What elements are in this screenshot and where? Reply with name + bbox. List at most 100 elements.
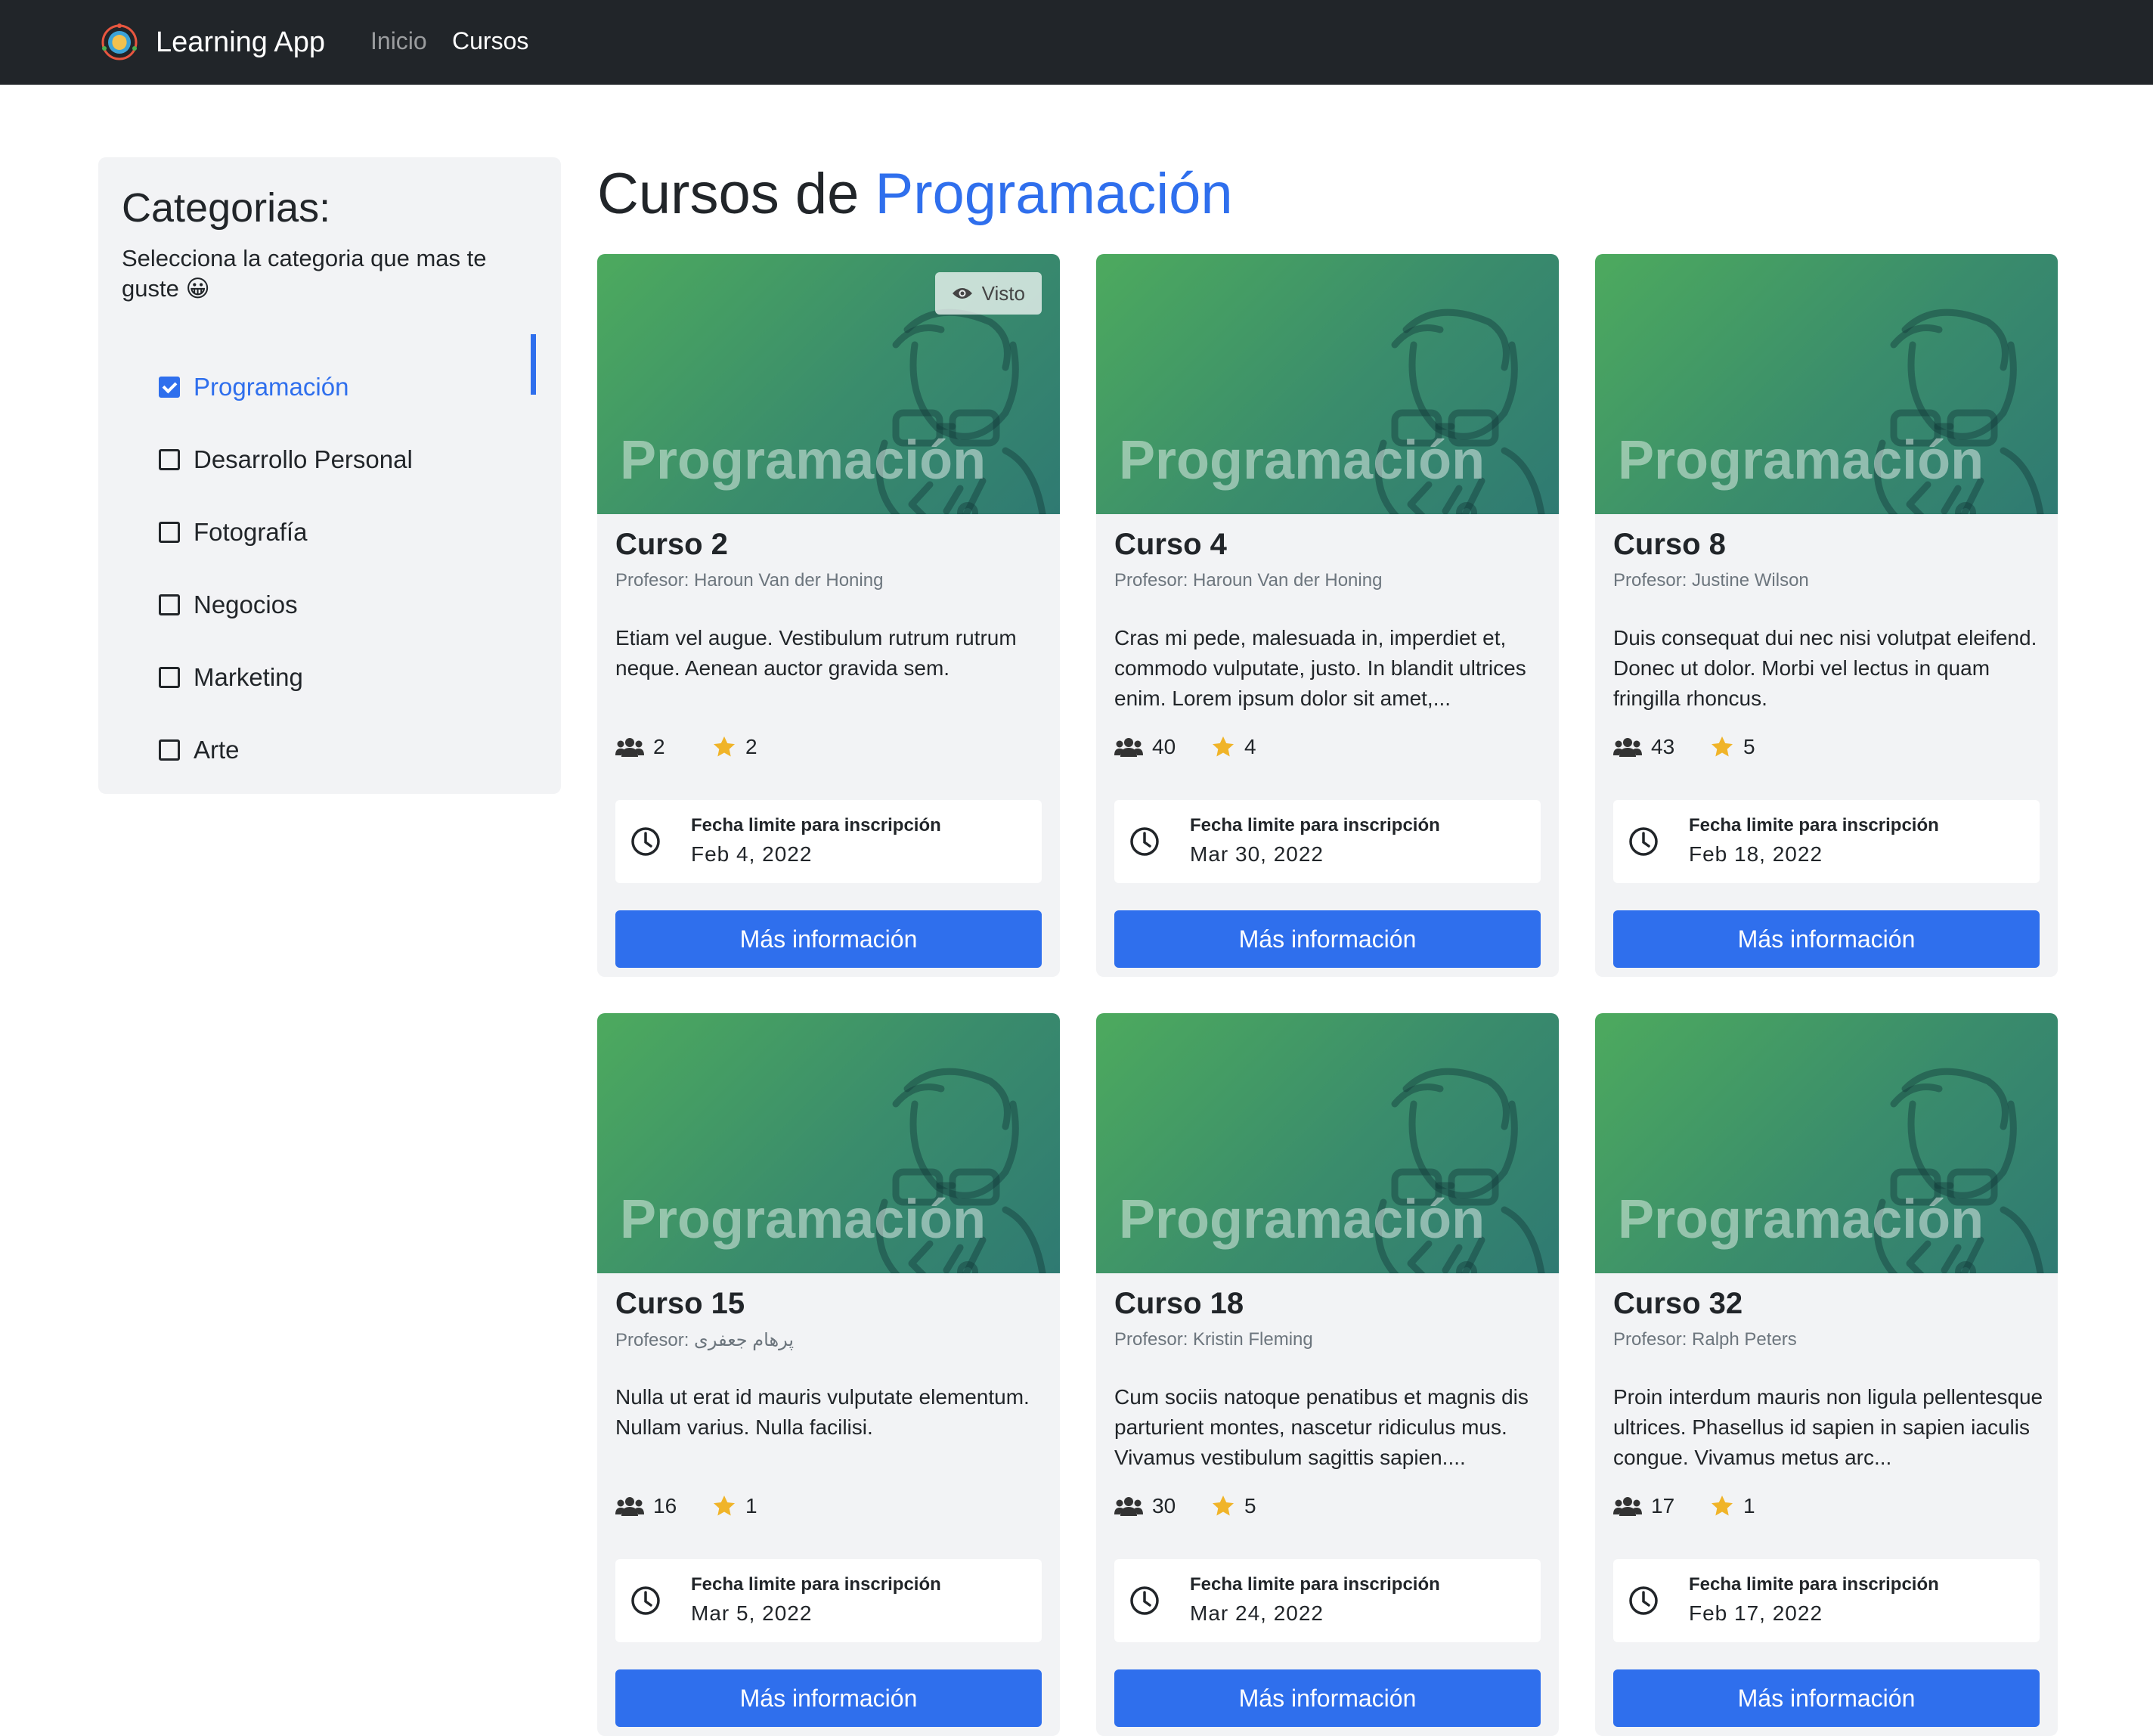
checkbox-icon[interactable] (159, 667, 180, 688)
deadline-date: Mar 24, 2022 (1190, 1601, 1324, 1625)
checkbox-icon[interactable] (159, 449, 180, 470)
course-stats: 16 1 (615, 1491, 757, 1521)
more-info-button[interactable]: Más información (1613, 910, 2040, 968)
thumbnail-label: Programación (620, 430, 987, 491)
star-icon (1211, 735, 1235, 759)
course-thumbnail[interactable]: Programación (1595, 254, 2058, 514)
rating-value: 4 (1244, 735, 1256, 758)
brand-name: Learning App (156, 26, 325, 58)
eye-icon (952, 286, 973, 301)
students-count: 43 (1651, 735, 1675, 758)
course-thumbnail[interactable]: Programación (1096, 1013, 1559, 1273)
course-card[interactable]: Programación Curso 18 Profesor: Kristin … (1096, 1013, 1559, 1736)
checkbox-icon[interactable] (159, 739, 180, 761)
deadline-label: Fecha limite para inscripción (691, 815, 941, 835)
course-description: Duis consequat dui nec nisi volutpat ele… (1613, 626, 2037, 710)
clock-icon (630, 1586, 661, 1616)
sidebar-title: Categorias: (122, 185, 331, 231)
course-card[interactable]: Programación Curso 32 Profesor: Ralph Pe… (1595, 1013, 2058, 1736)
course-professor: Profesor: Justine Wilson (1613, 570, 1809, 591)
course-professor: Profesor: Haroun Van der Honing (1114, 570, 1383, 591)
users-icon (1114, 736, 1143, 758)
nav-link-cursos[interactable]: Cursos (452, 27, 528, 55)
rating-value: 5 (1244, 1494, 1256, 1517)
sidebar-subtitle: Selecciona la categoria que mas te guste… (122, 245, 487, 302)
category-label: Desarrollo Personal (194, 445, 413, 473)
users-icon (1613, 736, 1642, 758)
course-stats: 17 1 (1613, 1491, 1755, 1521)
category-label: Marketing (194, 663, 303, 691)
students-count: 30 (1152, 1494, 1176, 1517)
course-description: Proin interdum mauris non ligula pellent… (1613, 1385, 2043, 1469)
category-label: Arte (194, 736, 240, 764)
deadline-date: Mar 5, 2022 (691, 1601, 813, 1625)
category-item-programacion[interactable]: Programación (159, 366, 559, 408)
page-title-category: Programación (875, 162, 1233, 226)
category-label: Negocios (194, 591, 298, 618)
deadline-label: Fecha limite para inscripción (1689, 1574, 1939, 1595)
more-info-button[interactable]: Más información (615, 910, 1042, 968)
deadline-date: Mar 30, 2022 (1190, 842, 1324, 866)
category-label: Fotografía (194, 518, 308, 546)
clock-icon (630, 826, 661, 857)
page-title-prefix: Cursos de (597, 162, 860, 226)
course-professor: Profesor: پرهام جعفری (615, 1330, 795, 1350)
course-card[interactable]: Programación Curso 8 Profesor: Justine W… (1595, 254, 2058, 977)
category-item-arte[interactable]: Arte (159, 729, 559, 771)
users-icon (615, 1495, 644, 1517)
course-title[interactable]: Curso 8 (1613, 528, 1726, 562)
deadline-box: Fecha limite para inscripción Feb 4, 202… (615, 800, 1042, 883)
rating-value: 1 (745, 1494, 757, 1517)
brand-link[interactable]: Learning App (98, 21, 325, 64)
category-item-marketing[interactable]: Marketing (159, 656, 559, 699)
star-icon (712, 1494, 736, 1518)
more-info-button[interactable]: Más información (1114, 910, 1541, 968)
more-info-button[interactable]: Más información (615, 1669, 1042, 1727)
course-thumbnail[interactable]: Programación (1595, 1013, 2058, 1273)
course-description: Cras mi pede, malesuada in, imperdiet et… (1114, 626, 1526, 710)
deadline-label: Fecha limite para inscripción (1190, 1574, 1440, 1595)
course-stats: 2 2 (615, 732, 757, 762)
categories-sidebar: Categorias: Selecciona la categoria que … (98, 157, 561, 794)
deadline-label: Fecha limite para inscripción (1689, 815, 1939, 835)
page-title: Cursos de Programación (597, 160, 1233, 228)
course-thumbnail[interactable]: Programación (597, 1013, 1060, 1273)
thumbnail-label: Programación (1119, 1189, 1485, 1250)
checkbox-icon[interactable] (159, 522, 180, 543)
course-thumbnail[interactable]: Programación Visto (597, 254, 1060, 514)
course-professor: Profesor: Kristin Fleming (1114, 1329, 1313, 1350)
brain-logo-icon (101, 23, 138, 60)
course-title[interactable]: Curso 15 (615, 1287, 745, 1321)
course-card[interactable]: Programación Curso 4 Profesor: Haroun Va… (1096, 254, 1559, 977)
thumbnail-label: Programación (620, 1189, 987, 1250)
star-icon (1211, 1494, 1235, 1518)
category-item-negocios[interactable]: Negocios (159, 584, 559, 626)
course-card[interactable]: Programación Curso 15 Profesor: پرهام جع… (597, 1013, 1060, 1736)
checkbox-icon[interactable] (159, 594, 180, 615)
deadline-date: Feb 4, 2022 (691, 842, 813, 866)
students-count: 17 (1651, 1494, 1675, 1517)
navbar: Learning App Inicio Cursos (0, 0, 2153, 85)
course-thumbnail[interactable]: Programación (1096, 254, 1559, 514)
star-icon (712, 735, 736, 759)
course-title[interactable]: Curso 32 (1613, 1287, 1743, 1321)
users-icon (615, 736, 644, 758)
category-item-fotografia[interactable]: Fotografía (159, 511, 559, 553)
course-title[interactable]: Curso 4 (1114, 528, 1227, 562)
more-info-button[interactable]: Más información (1613, 1669, 2040, 1727)
more-info-button[interactable]: Más información (1114, 1669, 1541, 1727)
course-card[interactable]: Programación Visto Curso 2 Profesor: Har… (597, 254, 1060, 977)
category-item-desarrollo-personal[interactable]: Desarrollo Personal (159, 439, 559, 481)
nav-link-inicio[interactable]: Inicio (370, 27, 427, 55)
seen-badge: Visto (934, 272, 1042, 315)
course-title[interactable]: Curso 2 (615, 528, 728, 562)
course-title[interactable]: Curso 18 (1114, 1287, 1244, 1321)
students-count: 16 (653, 1494, 677, 1517)
thumbnail-label: Programación (1119, 430, 1485, 491)
deadline-date: Feb 17, 2022 (1689, 1601, 1823, 1625)
clock-icon (1129, 826, 1160, 857)
rating-value: 2 (745, 735, 757, 758)
deadline-label: Fecha limite para inscripción (691, 1574, 941, 1595)
checkbox-checked-icon[interactable] (159, 377, 180, 398)
thumbnail-label: Programación (1618, 1189, 1984, 1250)
